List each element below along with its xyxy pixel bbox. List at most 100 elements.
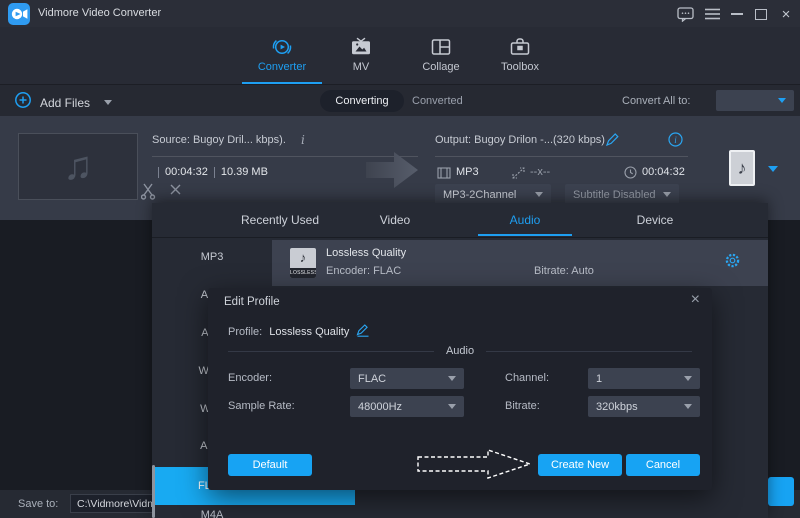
main-nav: Converter MV Collage <box>0 27 800 84</box>
format-item-m4a[interactable]: M4A <box>152 507 272 518</box>
convert-all-select[interactable] <box>716 90 794 111</box>
sample-rate-select[interactable]: 48000Hz <box>350 396 464 417</box>
dialog-close-icon[interactable]: × <box>691 292 700 308</box>
output-format: MP3 <box>456 166 479 178</box>
cancel-button[interactable]: Cancel <box>626 454 700 476</box>
add-files-button[interactable]: Add Files <box>14 91 112 114</box>
mv-icon <box>321 35 401 60</box>
tab-audio[interactable]: Audio <box>510 213 541 227</box>
convert-all-label: Convert All to: <box>622 95 690 107</box>
output-label: Output: Bugoy Drilon -...(320 kbps) <box>435 134 605 146</box>
profile-name-row: Profile: Lossless Quality <box>228 324 370 340</box>
subtitle-value: Subtitle Disabled <box>573 189 657 201</box>
profile-encoder: Encoder: FLAC <box>326 265 401 277</box>
default-button[interactable]: Default <box>228 454 312 476</box>
edit-profile-name-pencil-icon[interactable] <box>356 324 370 340</box>
tab-mv[interactable]: MV <box>321 27 401 84</box>
source-label: Source: Bugoy Dril... kbps). <box>152 134 286 146</box>
add-files-label: Add Files <box>40 96 90 110</box>
create-new-button[interactable]: Create New <box>538 454 622 476</box>
converter-icon <box>242 35 322 60</box>
tab-mv-label: MV <box>321 61 401 73</box>
lossless-badge-text: LOSSLESS <box>290 268 316 278</box>
output-format-caret-icon[interactable] <box>768 166 778 172</box>
audio-track-select[interactable]: MP3-2Channel <box>435 184 551 205</box>
tab-converter-label: Converter <box>242 61 322 73</box>
tab-converter[interactable]: Converter <box>242 27 322 84</box>
close-icon[interactable]: × <box>777 5 795 23</box>
tab-collage-label: Collage <box>401 61 481 73</box>
convert-arrow-icon <box>366 150 420 190</box>
clock-icon <box>624 166 637 184</box>
annotation-arrow <box>414 447 536 481</box>
collage-icon <box>401 35 481 60</box>
converted-tab[interactable]: Converted <box>412 95 463 107</box>
profile-name-value: Lossless Quality <box>269 326 349 338</box>
app-logo-icon <box>8 3 30 25</box>
window-title: Vidmore Video Converter <box>38 7 161 19</box>
resolution-icon <box>512 166 525 184</box>
tab-collage[interactable]: Collage <box>401 27 481 84</box>
music-note-small-icon: ♪ <box>738 158 747 179</box>
channel-value: 1 <box>596 373 678 385</box>
section-divider <box>228 351 434 352</box>
clip-tools[interactable] <box>141 182 185 205</box>
subtitle-select[interactable]: Subtitle Disabled <box>565 184 679 205</box>
stat-separator <box>214 167 215 178</box>
titlebar: Vidmore Video Converter × <box>0 0 800 27</box>
bitrate-select[interactable]: 320kbps <box>588 396 700 417</box>
profile-settings-gear-icon[interactable] <box>724 252 741 274</box>
encoder-label: Encoder: <box>228 372 272 384</box>
lossless-badge-icon: ♪ LOSSLESS <box>290 248 316 278</box>
converting-tab[interactable]: Converting <box>320 90 404 112</box>
encoder-value: FLAC <box>358 373 442 385</box>
rename-pencil-icon[interactable] <box>605 133 619 152</box>
minimize-icon[interactable] <box>728 5 746 23</box>
bitrate-label: Bitrate: <box>505 400 540 412</box>
audio-track-value: MP3-2Channel <box>443 189 529 201</box>
profile-tabs: Recently Used Video Audio Device <box>152 203 768 238</box>
channel-caret-icon <box>684 376 692 381</box>
section-divider <box>486 351 692 352</box>
save-to-label: Save to: <box>18 498 58 510</box>
output-info-icon[interactable]: i <box>668 132 683 152</box>
app-window: Vidmore Video Converter × <box>0 0 800 518</box>
tab-recently-used[interactable]: Recently Used <box>241 213 319 227</box>
encoder-select[interactable]: FLAC <box>350 368 464 389</box>
tab-toolbox[interactable]: Toolbox <box>480 27 560 84</box>
menu-icon[interactable] <box>703 5 721 23</box>
subtitle-caret-icon <box>663 192 671 197</box>
sample-rate-caret-icon <box>448 404 456 409</box>
source-stats: 00:04:32 10.39 MB <box>158 166 268 178</box>
bitrate-value: 320kbps <box>596 401 678 413</box>
format-icon <box>437 166 451 184</box>
edit-profile-dialog: Edit Profile × Profile: Lossless Quality… <box>208 288 712 490</box>
profile-row-lossless[interactable]: ♪ LOSSLESS Lossless Quality Encoder: FLA… <box>272 240 768 286</box>
add-icon <box>14 91 32 114</box>
output-format-thumbnail[interactable]: ♪ <box>729 150 755 186</box>
svg-text:i: i <box>674 135 677 145</box>
output-duration: 00:04:32 <box>642 166 685 178</box>
maximize-icon[interactable] <box>752 5 770 23</box>
source-duration: 00:04:32 <box>165 166 208 178</box>
format-item-mp3[interactable]: MP3 <box>152 249 272 265</box>
channel-select[interactable]: 1 <box>588 368 700 389</box>
feedback-icon[interactable] <box>676 5 694 23</box>
toolbox-icon <box>480 35 560 60</box>
convert-all-button[interactable] <box>768 477 794 506</box>
profile-name: Lossless Quality <box>326 247 406 259</box>
channel-label: Channel: <box>505 372 549 384</box>
section-title: Audio <box>446 345 474 357</box>
source-thumbnail: ♫ <box>18 133 138 200</box>
audio-section-header: Audio <box>228 345 692 357</box>
tab-device[interactable]: Device <box>637 213 674 227</box>
output-divider <box>435 156 688 157</box>
source-info-icon[interactable]: i <box>301 133 305 147</box>
convert-all-caret-icon <box>778 98 786 103</box>
encoder-caret-icon <box>448 376 456 381</box>
sidebar-scrollbar[interactable] <box>152 465 155 518</box>
tab-video[interactable]: Video <box>380 213 410 227</box>
stat-separator <box>158 167 159 178</box>
bitrate-caret-icon <box>684 404 692 409</box>
profile-label: Profile: <box>228 326 262 338</box>
